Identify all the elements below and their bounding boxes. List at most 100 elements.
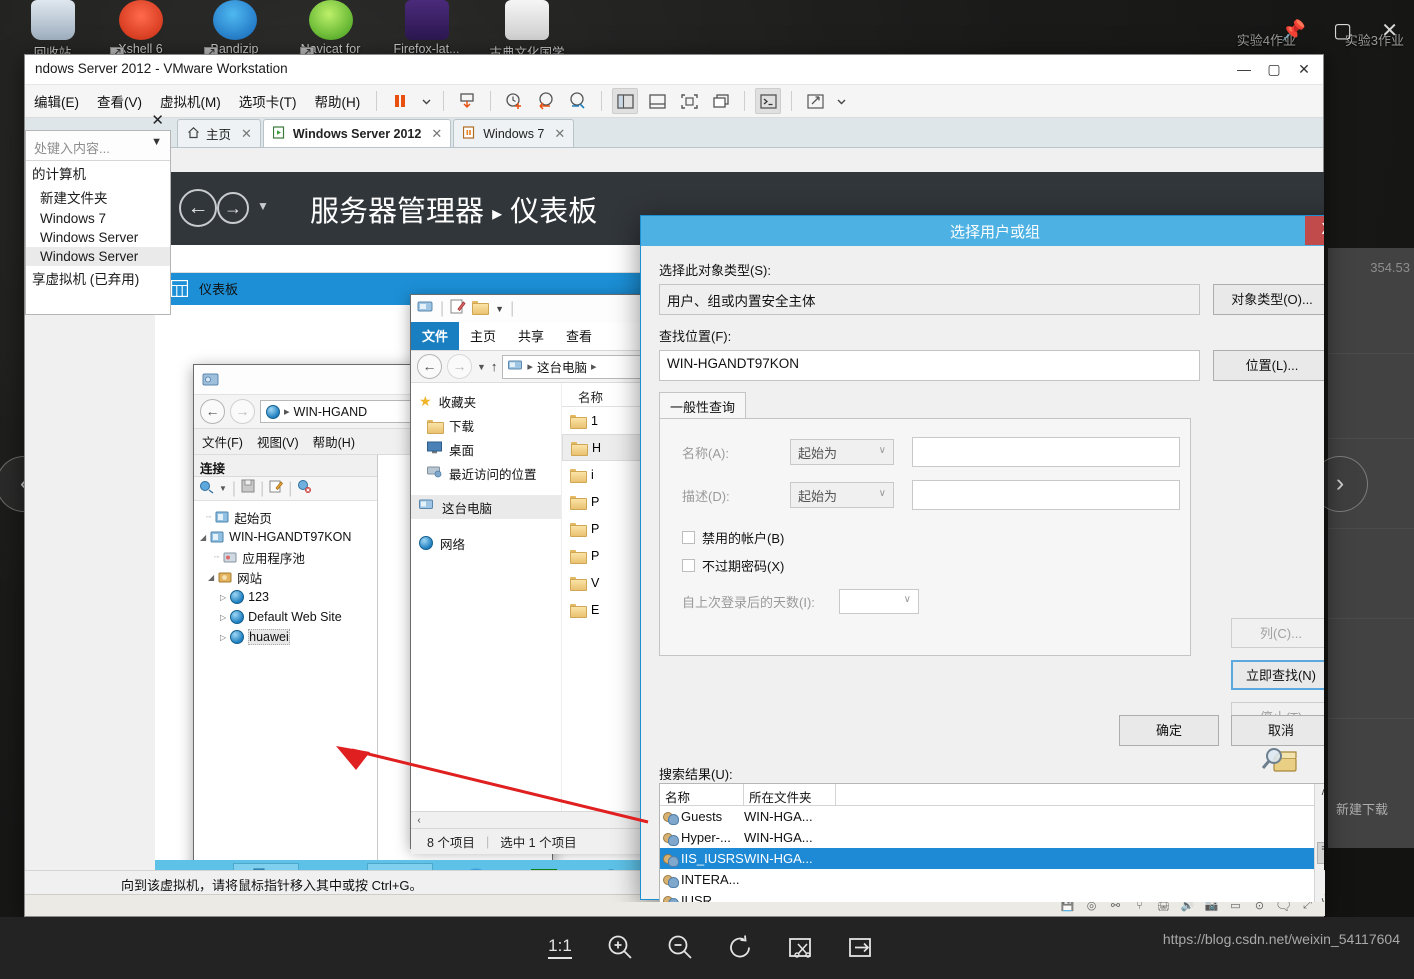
library-search-box[interactable]: 处键入内容... ▼ bbox=[26, 131, 170, 161]
edit-icon[interactable] bbox=[269, 479, 284, 498]
iis-menu-file[interactable]: 文件(F) bbox=[202, 432, 243, 451]
ok-button[interactable]: 确定 bbox=[1119, 715, 1219, 746]
vm-guest-screen[interactable]: ← → ▼ 服务器管理器 ▸ 仪表板 仪表板 ← → ▸ WIN-HGAND 文… bbox=[155, 172, 1324, 902]
maximize-icon[interactable]: ▢ bbox=[1333, 18, 1352, 43]
description-value-input[interactable] bbox=[912, 480, 1180, 510]
crop-button[interactable] bbox=[780, 927, 820, 967]
show-library-icon[interactable] bbox=[612, 88, 639, 114]
desktop-icon-xshell[interactable]: Xshell 6 bbox=[88, 0, 193, 61]
tree-node-site-huawei[interactable]: ▷ huawei bbox=[198, 627, 377, 647]
locations-button[interactable]: 位置(L)... bbox=[1213, 350, 1324, 381]
chevron-down-icon[interactable]: ▼ bbox=[495, 304, 504, 314]
days-since-logon-select[interactable]: ∨ bbox=[838, 589, 919, 614]
save-button[interactable] bbox=[840, 927, 880, 967]
chevron-down-icon[interactable] bbox=[834, 88, 848, 114]
tree-node-default-web-site[interactable]: ▷ Default Web Site bbox=[198, 607, 377, 627]
tree-node-app-pools[interactable]: ┈ 应用程序池 bbox=[198, 547, 377, 567]
up-arrow-icon[interactable]: ↑ bbox=[491, 359, 498, 374]
results-column-name[interactable]: 名称 bbox=[660, 784, 744, 805]
results-scrollbar[interactable]: ∧ ≡ ∨ bbox=[1314, 784, 1324, 902]
connect-icon[interactable] bbox=[199, 479, 214, 499]
menu-vm[interactable]: 虚拟机(M) bbox=[151, 91, 230, 111]
name-operator-select[interactable]: 起始为 ∨ bbox=[790, 439, 894, 465]
stretch-icon[interactable] bbox=[802, 88, 828, 114]
show-console-view-icon[interactable] bbox=[644, 88, 670, 114]
library-item-windows-7[interactable]: Windows 7 bbox=[26, 209, 170, 228]
nonexpiring-password-checkbox[interactable] bbox=[682, 559, 695, 572]
iis-forward-button[interactable]: → bbox=[230, 399, 255, 424]
iis-menu-view[interactable]: 视图(V) bbox=[257, 432, 299, 451]
library-item-windows-server-a[interactable]: Windows Server bbox=[26, 228, 170, 247]
console-terminal-icon[interactable] bbox=[755, 88, 782, 114]
desktop-icon-firefox[interactable]: Firefox-lat... bbox=[374, 0, 479, 61]
vmware-minimize-button[interactable]: — bbox=[1229, 55, 1259, 83]
expander-icon[interactable]: ◢ bbox=[200, 533, 206, 542]
library-item-my-computer[interactable]: 的计算机 bbox=[26, 161, 170, 185]
library-item-windows-server-b[interactable]: Windows Server bbox=[26, 247, 170, 266]
new-folder-icon[interactable] bbox=[472, 300, 490, 319]
send-ctrl-alt-del-icon[interactable] bbox=[454, 88, 480, 114]
menu-tabs[interactable]: 选项卡(T) bbox=[230, 91, 306, 111]
iis-menu-help[interactable]: 帮助(H) bbox=[313, 432, 355, 451]
explorer-back-button[interactable]: ← bbox=[417, 354, 442, 379]
search-results-list[interactable]: 名称 所在文件夹 Guests WIN-HGA... Hyper-... WIN… bbox=[659, 783, 1324, 902]
iis-back-button[interactable]: ← bbox=[200, 399, 225, 424]
find-now-button[interactable]: 立即查找(N) bbox=[1231, 660, 1324, 690]
vmware-close-button[interactable]: ✕ bbox=[1289, 55, 1319, 83]
ribbon-tab-share[interactable]: 共享 bbox=[507, 322, 555, 350]
table-row[interactable]: IUSR bbox=[660, 890, 1314, 902]
close-icon[interactable]: ✕ bbox=[1381, 18, 1398, 43]
name-value-input[interactable] bbox=[912, 437, 1180, 467]
back-arrow-icon[interactable]: ← bbox=[179, 189, 217, 227]
table-row[interactable]: Hyper-... WIN-HGA... bbox=[660, 827, 1314, 848]
tab-close-icon[interactable]: ✕ bbox=[431, 126, 442, 142]
revert-snapshot-icon[interactable] bbox=[533, 88, 559, 114]
nav-item-favorites[interactable]: ★ 收藏夹 bbox=[411, 389, 561, 413]
properties-icon[interactable] bbox=[450, 299, 466, 319]
tab-home[interactable]: 主页 ✕ bbox=[177, 119, 261, 147]
cancel-button[interactable]: 取消 bbox=[1231, 715, 1324, 746]
nav-item-network[interactable]: 网络 bbox=[411, 531, 561, 555]
scroll-down-arrow-icon[interactable]: ∨ bbox=[1315, 893, 1324, 902]
desktop-icon-bandizip[interactable]: Bandizip bbox=[182, 0, 287, 61]
zoom-in-button[interactable] bbox=[600, 927, 640, 967]
menu-view[interactable]: 查看(V) bbox=[88, 91, 151, 111]
disconnect-icon[interactable] bbox=[297, 479, 312, 498]
explorer-forward-button[interactable]: → bbox=[447, 354, 472, 379]
ribbon-tab-file[interactable]: 文件 bbox=[411, 322, 460, 350]
save-icon[interactable] bbox=[241, 479, 255, 498]
nonexpiring-password-row[interactable]: 不过期密码(X) bbox=[682, 556, 1190, 575]
tab-common-queries[interactable]: 一般性查询 bbox=[659, 392, 747, 418]
chevron-down-icon[interactable]: ▼ bbox=[219, 484, 227, 493]
new-download-label[interactable]: 新建下载 bbox=[1336, 799, 1388, 818]
nav-item-recent-places[interactable]: 最近访问的位置 bbox=[411, 461, 561, 485]
vmware-maximize-button[interactable]: ▢ bbox=[1259, 55, 1289, 83]
menu-help[interactable]: 帮助(H) bbox=[306, 91, 370, 111]
disabled-accounts-row[interactable]: 禁用的帐户(B) bbox=[682, 528, 1190, 547]
pause-icon[interactable] bbox=[387, 88, 413, 114]
scroll-up-arrow-icon[interactable]: ∧ bbox=[1315, 784, 1324, 801]
scroll-left-arrow-icon[interactable]: ‹ bbox=[411, 815, 427, 826]
description-operator-select[interactable]: 起始为 ∨ bbox=[790, 482, 894, 508]
ribbon-tab-view[interactable]: 查看 bbox=[555, 322, 603, 350]
tab-windows-server-2012[interactable]: Windows Server 2012 ✕ bbox=[262, 119, 452, 147]
tree-node-server[interactable]: ◢ WIN-HGANDT97KON bbox=[198, 527, 377, 547]
object-type-input[interactable]: 用户、组或内置安全主体 bbox=[659, 284, 1200, 315]
nav-item-downloads[interactable]: 下载 bbox=[411, 413, 561, 437]
tree-node-sites[interactable]: ◢ 网站 bbox=[198, 567, 377, 587]
table-row[interactable]: Guests WIN-HGA... bbox=[660, 806, 1314, 827]
nav-item-this-pc[interactable]: 这台电脑 bbox=[411, 495, 561, 519]
nav-dropdown-icon[interactable]: ▼ bbox=[257, 199, 269, 213]
table-row[interactable]: INTERA... bbox=[660, 869, 1314, 890]
unity-mode-icon[interactable] bbox=[708, 88, 734, 114]
tab-windows-7[interactable]: Windows 7 ✕ bbox=[453, 119, 575, 147]
results-column-folder[interactable]: 所在文件夹 bbox=[744, 784, 836, 805]
take-snapshot-icon[interactable] bbox=[501, 88, 527, 114]
library-item-new-folder[interactable]: 新建文件夹 bbox=[26, 185, 170, 209]
chevron-down-icon[interactable]: ▼ bbox=[151, 136, 162, 148]
manage-snapshots-icon[interactable] bbox=[565, 88, 591, 114]
library-item-shared-vms[interactable]: 享虚拟机 (已弃用) bbox=[26, 266, 170, 290]
nav-item-desktop[interactable]: 桌面 bbox=[411, 437, 561, 461]
fullscreen-icon[interactable] bbox=[676, 88, 702, 114]
zoom-actual-size-button[interactable]: 1:1 bbox=[540, 927, 580, 967]
